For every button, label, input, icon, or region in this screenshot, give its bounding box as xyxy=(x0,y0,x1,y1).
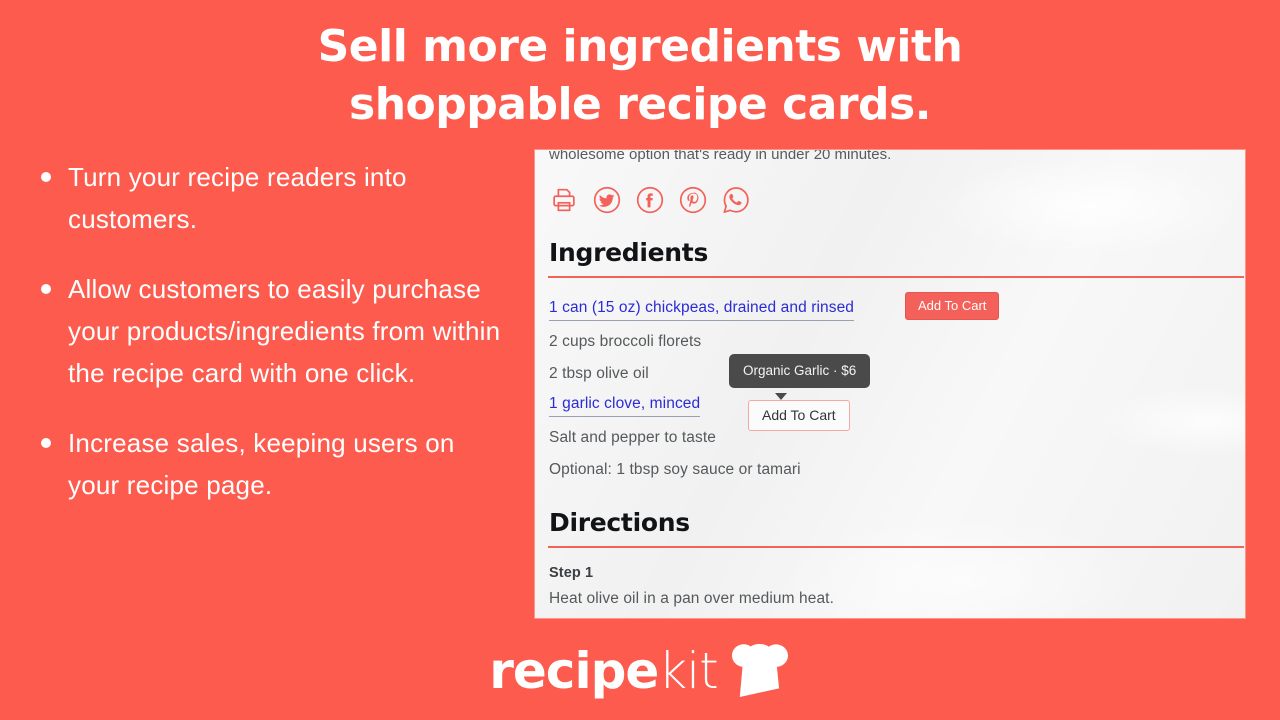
recipekit-logo: recipekit xyxy=(0,644,1280,698)
ingredient-row: 1 can (15 oz) chickpeas, drained and rin… xyxy=(549,292,1231,326)
pinterest-icon[interactable] xyxy=(678,185,708,215)
ingredient-link[interactable]: 1 garlic clove, minced xyxy=(549,395,701,417)
ingredient-link[interactable]: 1 can (15 oz) chickpeas, drained and rin… xyxy=(549,299,855,321)
logo-text-bold: recipe xyxy=(489,642,659,700)
twitter-icon[interactable] xyxy=(592,185,622,215)
step-label: Step 1 xyxy=(549,565,594,581)
product-tooltip: Organic Garlic · $6 xyxy=(729,354,871,388)
ingredients-list: 1 can (15 oz) chickpeas, drained and rin… xyxy=(549,292,1231,486)
page-headline: Sell more ingredients with shoppable rec… xyxy=(317,21,963,130)
list-item: Allow customers to easily purchase your … xyxy=(32,268,510,394)
product-tooltip-group: Organic Garlic · $6 Add To Cart xyxy=(729,354,929,431)
bullet-text: Allow customers to easily purchase your … xyxy=(68,274,501,388)
list-item: Turn your recipe readers into customers. xyxy=(32,156,510,240)
recipe-intro-clipped: wholesome option that's ready in under 2… xyxy=(549,150,1231,166)
direction-step: Step 1 Heat olive oil in a pan over medi… xyxy=(549,565,1231,608)
ingredient-row: Optional: 1 tbsp soy sauce or tamari xyxy=(549,454,1231,486)
ingredients-heading: Ingredients xyxy=(549,238,709,267)
print-icon[interactable] xyxy=(549,185,579,215)
add-to-cart-button-primary[interactable]: Add To Cart xyxy=(905,292,1000,320)
share-icon-row[interactable] xyxy=(549,184,1231,216)
ingredient-text: Salt and pepper to taste xyxy=(549,429,716,446)
recipe-intro-text: wholesome option that's ready in under 2… xyxy=(549,150,892,163)
ingredient-row: 1 garlic clove, minced xyxy=(549,390,1231,422)
step-text: Heat olive oil in a pan over medium heat… xyxy=(549,590,834,607)
chef-hat-icon xyxy=(729,644,791,698)
directions-heading: Directions xyxy=(549,508,690,537)
logo-text-light: kit xyxy=(658,642,718,700)
facebook-icon[interactable] xyxy=(635,185,665,215)
tooltip-arrow-icon xyxy=(775,393,787,400)
bullet-dot-icon xyxy=(41,438,51,448)
ingredient-row: Salt and pepper to taste xyxy=(549,422,1231,454)
logo-wordmark: recipekit xyxy=(489,642,719,700)
section-divider xyxy=(548,276,1244,278)
bullet-dot-icon xyxy=(41,172,51,182)
section-divider xyxy=(548,546,1244,548)
whatsapp-icon[interactable] xyxy=(721,185,751,215)
bullet-dot-icon xyxy=(41,284,51,294)
bullet-text: Turn your recipe readers into customers. xyxy=(68,162,407,234)
ingredient-text: Optional: 1 tbsp soy sauce or tamari xyxy=(549,461,801,478)
ingredient-text: 2 cups broccoli florets xyxy=(549,333,702,350)
recipe-card-preview: wholesome option that's ready in under 2… xyxy=(535,150,1245,618)
benefits-list: Turn your recipe readers into customers.… xyxy=(32,156,510,506)
add-to-cart-button-secondary[interactable]: Add To Cart xyxy=(748,400,850,431)
ingredient-text: 2 tbsp olive oil xyxy=(549,365,649,382)
list-item: Increase sales, keeping users on your re… xyxy=(32,422,510,506)
bullet-text: Increase sales, keeping users on your re… xyxy=(68,428,455,500)
